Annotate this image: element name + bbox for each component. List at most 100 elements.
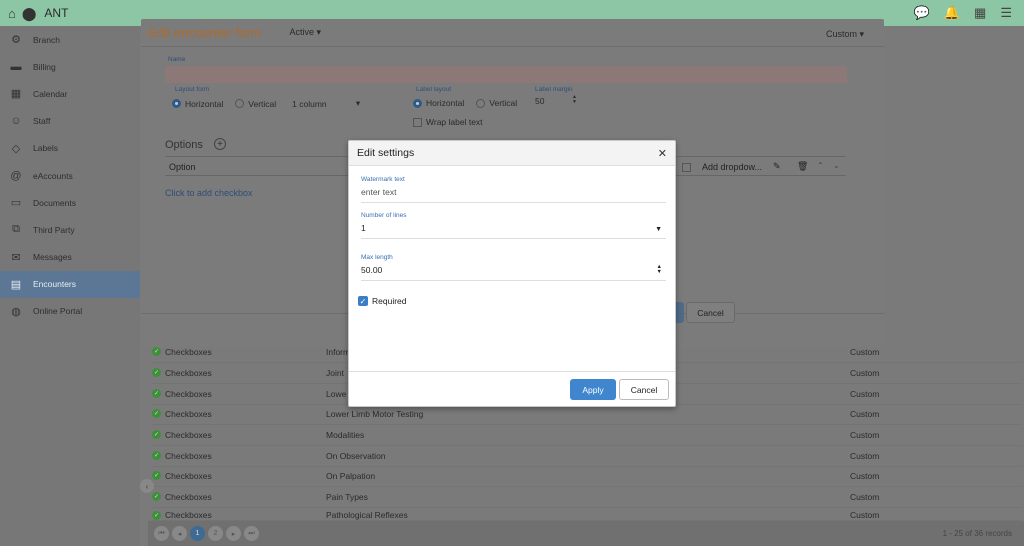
checkmark-icon: ✓ [358,296,368,306]
sidebar-item-label: Calendar [33,88,68,99]
sidebar-item-labels[interactable]: ◇ Labels [0,135,140,162]
sidebar-item-staff[interactable]: ☺ Staff [0,108,140,135]
chat-icon[interactable]: 💬 [914,5,930,21]
check-circle-icon: ✓ [152,430,161,440]
sidebar-item-billing[interactable]: ▬ Billing [0,53,140,80]
wrap-label-checkbox[interactable]: Wrap label text [413,117,483,127]
sidebar-item-messages[interactable]: ✉ Messages [0,244,140,271]
watermark-input[interactable]: enter text [361,186,666,198]
move-down-icon[interactable]: ⌄ [833,161,840,170]
add-dropdown-link[interactable]: Add dropdow... [702,162,762,172]
row-type: Checkboxes [165,408,212,419]
row-type: Checkboxes [165,491,212,502]
trash-icon[interactable]: 🗑 [797,161,808,172]
row-type: Checkboxes [165,388,212,399]
layout-horizontal-radio[interactable]: Horizontal [172,99,223,109]
sidebar-item-label: Online Portal [33,306,83,317]
page-button[interactable]: 1 [190,526,205,541]
close-icon[interactable]: ✕ [658,147,667,160]
table-row[interactable]: ✓ Checkboxes On Observation Custom [152,446,1022,467]
watermark-field[interactable]: Watermark text enter text [361,176,666,203]
tag-icon: ◇ [11,142,21,155]
options-label: Options [165,139,203,151]
required-checkbox[interactable]: ✓ Required [358,296,407,306]
table-row[interactable]: ✓ Checkboxes Pain Types Custom [152,487,1022,508]
records-count: 1 - 25 of 36 records [942,529,1012,538]
sidebar-item-label: Documents [33,197,76,208]
branch-name[interactable]: ANT [44,6,68,20]
label-margin-input[interactable]: 50 ▲ ▼ [535,95,579,107]
label-margin-label: Label margin [535,86,573,93]
option-column-header: Option [169,162,196,172]
billing-icon: ▬ [10,60,22,73]
number-of-lines-select[interactable]: Number of lines 1 ▼ [361,212,666,239]
row-type: Checkboxes [165,429,212,440]
sidebar-item-third-party[interactable]: ⧉ Third Party [0,216,140,243]
collapse-sidebar-button[interactable]: ‹ [140,479,154,493]
row-name: Modalities [326,429,365,440]
apply-button[interactable]: Apply [570,379,616,400]
row-scope: Custom [850,491,880,502]
table-row[interactable]: ✓ Checkboxes Modalities Custom [152,425,1022,446]
label-horizontal-radio[interactable]: Horizontal [413,98,464,108]
check-circle-icon: ✓ [152,451,161,461]
top-icons: 💬 🔔 ▦ ☰ [914,5,1012,21]
row-scope: Custom [850,388,880,399]
sidebar-item-eaccounts[interactable]: @ eAccounts [0,162,140,189]
gear-icon: ⚙ [11,34,21,47]
table-row[interactable]: ✓ Checkboxes On Palpation Custom [152,466,1022,487]
move-up-icon[interactable]: ⌃ [817,161,824,170]
dialog-title: Edit encounter form [148,25,262,40]
sidebar-item-calendar[interactable]: ▦ Calendar [0,80,140,107]
menu-icon[interactable]: ☰ [1000,5,1012,21]
last-page-button[interactable]: ⏭ [244,526,259,541]
maxlen-value[interactable]: 50.00 [361,264,666,276]
max-length-field[interactable]: Max length 50.00 ▲ ▼ [361,254,666,281]
page-button[interactable]: 2 [208,526,223,541]
edit-pen-icon[interactable]: ✎ [773,161,781,172]
option-checkbox[interactable] [682,163,691,172]
home-icon[interactable]: ⌂ [8,7,16,20]
lines-value[interactable]: 1 [361,222,666,234]
columns-select[interactable]: 1 column ▾ [292,98,360,109]
apps-grid-icon[interactable]: ▦ [974,5,986,21]
add-checkbox-link[interactable]: Click to add checkbox [165,188,253,198]
check-circle-icon: ✓ [152,492,161,502]
table-row[interactable]: ✓ Checkboxes Lower Limb Motor Testing Custo… [152,404,1022,425]
bell-icon[interactable]: 🔔 [944,5,960,21]
cancel-button[interactable]: Cancel [686,302,735,323]
sidebar-item-label: Third Party [33,224,75,235]
maxlen-label: Max length [361,254,393,261]
pager: ⏮ ◂ 1 2 ▸ ⏭ [148,521,1024,546]
row-scope: Custom [850,450,880,461]
prev-page-button[interactable]: ◂ [172,526,187,541]
sidebar-item-encounters[interactable]: ▤ Encounters [0,270,140,298]
check-circle-icon: ✓ [152,510,161,520]
row-scope: Custom [850,429,880,440]
sidebar-item-label: Staff [33,116,51,127]
sidebar-item-branch[interactable]: ⚙ Branch [0,26,140,53]
row-scope: Custom [850,367,880,378]
first-page-button[interactable]: ⏮ [154,526,169,541]
row-type: Checkboxes [165,510,212,520]
modal-cancel-button[interactable]: Cancel [619,379,669,400]
row-name: On Observation [326,450,386,461]
scope-dropdown[interactable]: Custom ▾ [826,29,864,40]
sidebar-item-label: Branch [33,34,60,45]
encounter-icon: ▤ [10,278,22,291]
location-pin-icon: ⬤ [21,5,37,21]
row-name: Lower Limb Motor Testing [326,408,424,419]
calendar-icon: ▦ [10,88,22,101]
sidebar-item-documents[interactable]: ▭ Documents [0,189,140,216]
staff-icon: ☺ [10,115,22,128]
add-option-icon[interactable]: + [214,138,226,150]
status-dropdown[interactable]: Active ▾ [289,27,321,38]
name-field[interactable] [165,66,847,83]
layout-vertical-radio[interactable]: Vertical [235,99,276,109]
next-page-button[interactable]: ▸ [226,526,241,541]
sidebar-item-online-portal[interactable]: ◍ Online Portal [0,298,140,325]
label-vertical-radio[interactable]: Vertical [476,98,517,108]
chevron-down-icon[interactable]: ▼ [655,226,662,233]
table-row[interactable]: ✓ Checkboxes Pathological Reflexes Custom [152,508,1022,521]
stepper-icon[interactable]: ▲ ▼ [657,264,662,275]
